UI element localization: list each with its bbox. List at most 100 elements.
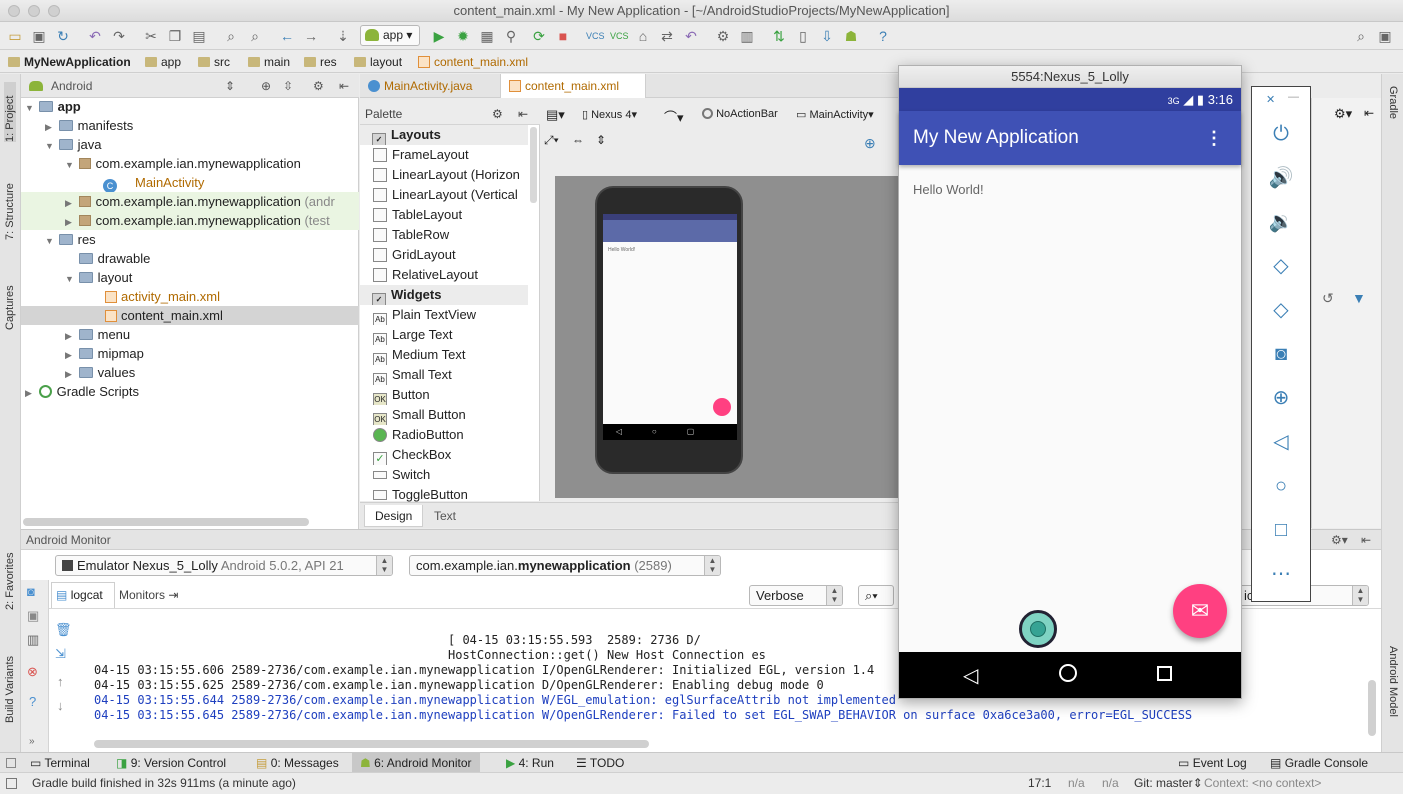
palette-category-widgets[interactable]: ✓ Widgets [360,285,528,305]
android-device-monitor-icon[interactable]: ☗ [842,27,860,45]
locate-icon[interactable]: ⊕ [261,74,271,98]
up-icon[interactable]: ↑ [57,674,64,689]
refresh-icon[interactable]: ↺ [1322,290,1334,307]
monitor-settings-icon[interactable]: ⚙▾ [1331,530,1348,550]
palette-item[interactable]: TableRow [360,225,528,245]
properties-settings-icon[interactable]: ⚙▾ [1334,106,1352,122]
build-variants-tool-button[interactable]: Build Variants [4,649,16,723]
palette-category-layouts[interactable]: ✓ Layouts [360,125,528,145]
palette-item[interactable]: GridLayout [360,245,528,265]
expand-arrow-icon[interactable]: ▼ [25,99,35,116]
more-icon[interactable]: » [29,736,35,747]
breadcrumb-item[interactable]: layout [354,54,402,70]
search-everywhere-icon[interactable]: ⌕ [1352,27,1370,45]
clear-logcat-icon[interactable]: 🗑 [55,622,72,638]
help-icon[interactable]: ? [874,27,892,45]
tree-item-values[interactable]: ▶ values [21,363,359,382]
tree-item-app[interactable]: ▼ app [21,97,359,116]
minimize-window-button[interactable] [28,5,40,17]
screen-record-icon[interactable]: ▣ [27,608,39,624]
find-icon[interactable]: ⌕ [222,27,240,45]
undo-icon[interactable]: ↶ [86,27,104,45]
settings-icon[interactable]: ⚙ [714,27,732,45]
palette-item[interactable]: Ab Medium Text [360,345,528,365]
run-icon[interactable]: ▶ [430,27,448,45]
palette-item[interactable]: Ab Plain TextView [360,305,528,325]
tree-item-manifests[interactable]: ▶ manifests [21,116,359,135]
zoom-in-icon[interactable]: ⊕ [864,135,876,152]
rerun-icon[interactable]: ⟳ [530,27,548,45]
tab-monitors[interactable]: Monitors ⇥ [119,582,178,608]
palette-item[interactable]: FrameLayout [360,145,528,165]
back-nav-icon[interactable]: ← [278,27,296,45]
tab-content-main-xml[interactable]: content_main.xml ✕ [500,74,646,117]
home-control-button[interactable]: ○ [1252,471,1310,501]
git-branch-status[interactable]: Git: master⇕ [1134,773,1203,793]
vcs-compare-icon[interactable]: ⇄ [658,27,676,45]
favorites-tool-button[interactable]: 2: Favorites [4,544,16,610]
avd-manager-icon[interactable]: ▯ [794,27,812,45]
palette-item[interactable]: OK Button [360,385,528,405]
forward-nav-icon[interactable]: → [302,27,320,45]
debug-icon[interactable]: ✹ [454,27,472,45]
palette-item[interactable]: TableLayout [360,205,528,225]
tree-item-package-android-test[interactable]: ▶ com.example.ian.mynewapplication (andr [21,192,359,211]
more-controls-button[interactable]: ⋯ [1252,559,1310,589]
android-monitor-tab[interactable]: ☗ 6: Android Monitor [352,753,480,773]
back-button[interactable]: ◁ [963,663,978,688]
tool-windows-toggle-icon[interactable] [6,758,16,768]
log-horizontal-scrollbar[interactable] [94,740,649,748]
stretch-vertical-icon[interactable]: ⇕ [596,133,606,147]
palette-item[interactable]: Switch [360,465,528,485]
breadcrumb-item[interactable]: MyNewApplication [8,54,131,70]
power-button[interactable]: ⏻ [1252,119,1310,149]
attach-debugger-icon[interactable]: ⚲ [502,27,520,45]
project-tool-button[interactable]: 1: Project [4,82,16,142]
palette-hide-icon[interactable]: ⇤ [518,103,528,125]
expand-arrow-icon[interactable]: ▶ [65,213,75,230]
captures-tool-button[interactable]: Captures [4,274,16,330]
volume-down-button[interactable]: 🔉 [1252,207,1310,237]
horizontal-scrollbar[interactable] [23,518,309,526]
palette-item[interactable]: RelativeLayout [360,265,528,285]
project-view-mode[interactable]: Android [51,79,92,93]
breadcrumb-item[interactable]: app [145,54,181,70]
screen-capture-icon[interactable]: ◙ [27,584,35,599]
palette-item[interactable]: RadioButton [360,425,528,445]
open-folder-icon[interactable]: ▭ [6,27,24,45]
window-layout-icon[interactable]: ▣ [1376,27,1394,45]
tab-design[interactable]: Design [364,505,424,527]
screenshot-button[interactable]: ◙ [1252,339,1310,369]
expand-arrow-icon[interactable]: ▶ [45,118,55,135]
properties-hide-icon[interactable]: ⇤ [1364,106,1374,120]
copy-icon[interactable]: ❐ [166,27,184,45]
tab-mainactivity-java[interactable]: MainActivity.java ✕ [360,74,498,117]
tree-item-menu[interactable]: ▶ menu [21,325,359,344]
close-window-button[interactable] [8,5,20,17]
paste-icon[interactable]: ▤ [190,27,208,45]
rotate-left-button[interactable]: ◇ [1252,251,1310,281]
expand-arrow-icon[interactable]: ▶ [65,346,75,363]
down-icon[interactable]: ↓ [57,698,64,713]
home-button[interactable] [1059,664,1077,682]
tree-item-mipmap[interactable]: ▶ mipmap [21,344,359,363]
tree-item-package[interactable]: ▼ com.example.ian.mynewapplication [21,154,359,173]
zoom-button[interactable]: ⊕ [1252,383,1310,413]
design-surface-icon[interactable]: ▤▾ [546,107,565,123]
sync-icon[interactable]: ↻ [54,27,72,45]
panel-settings-icon[interactable]: ⚙ [313,74,324,98]
palette-item[interactable]: ✓ CheckBox [360,445,528,465]
stretch-horizontal-icon[interactable]: ⇔ [572,133,584,147]
project-structure-icon[interactable]: ▥ [738,27,756,45]
palette-settings-icon[interactable]: ⚙ [492,103,503,125]
view-mode-dropdown-icon[interactable]: ⇕ [225,74,235,98]
overflow-menu-icon[interactable]: ⋮ [1205,111,1223,165]
tree-item-res[interactable]: ▼ res [21,230,359,249]
palette-scrollbar[interactable] [530,127,537,203]
vcs-commit-icon[interactable]: VCS [610,27,629,45]
gradle-tool-button[interactable]: Gradle [1387,86,1399,136]
minimize-emulator-icon[interactable]: — [1288,91,1299,103]
vcs-update-icon[interactable]: VCS [586,27,605,45]
run-config-select[interactable]: app ▾ [360,25,420,46]
tree-item-content-main-xml[interactable]: content_main.xml [21,306,359,325]
